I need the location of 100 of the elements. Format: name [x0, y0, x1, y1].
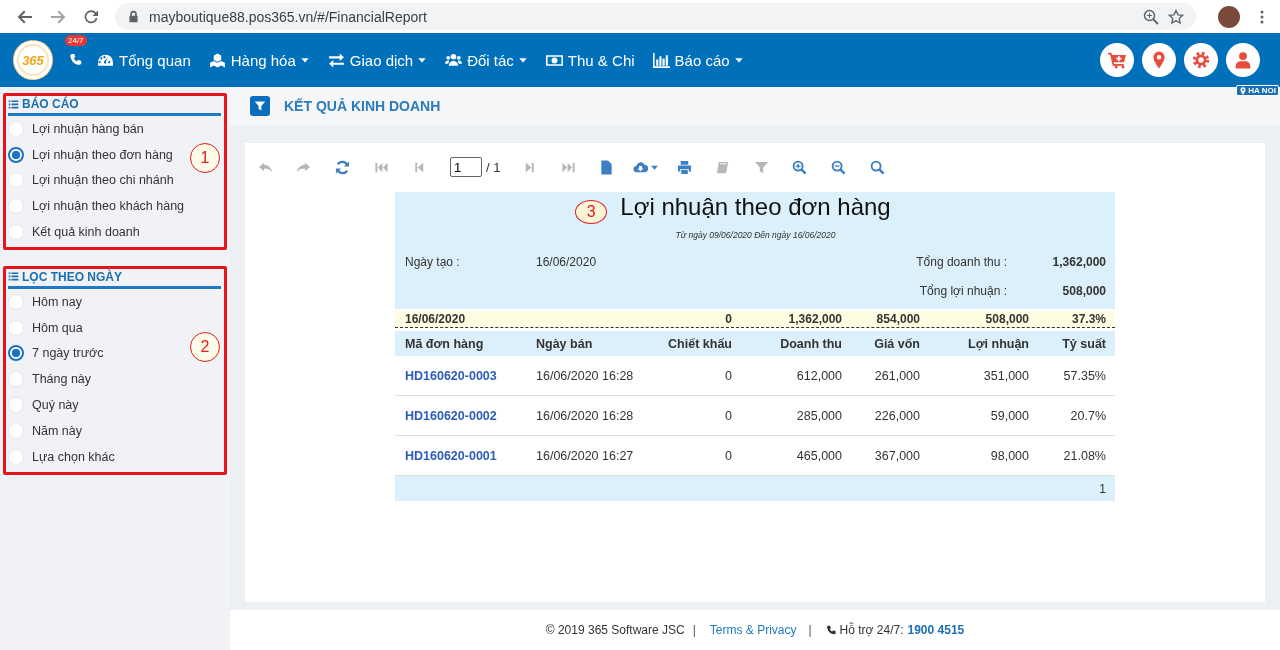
- table-cell-text: 21.08%: [1062, 448, 1106, 463]
- table-cell-text: 16/06/2020 16:28: [536, 368, 635, 383]
- list-icon: [8, 271, 19, 283]
- radio-button[interactable]: [8, 345, 24, 362]
- separator: |: [692, 623, 696, 637]
- page-total: / 1: [485, 159, 501, 175]
- nav-menu-item[interactable]: Giao dịch: [327, 51, 428, 69]
- document-icon: [599, 159, 615, 175]
- option-label[interactable]: Kết quả kinh doanh: [32, 225, 140, 240]
- total-label: Tổng doanh thu :: [915, 254, 1007, 269]
- filter-toggle-button[interactable]: [250, 96, 270, 116]
- table-cell-text: 57.35%: [1062, 368, 1106, 383]
- caret-icon: [417, 55, 428, 65]
- table-cell-text: 0: [724, 448, 732, 463]
- location-label: HA NOI: [1248, 86, 1276, 95]
- summary-cell-text: 0: [724, 312, 732, 326]
- summary-cell-text: 37.3%: [1070, 312, 1106, 326]
- option-label[interactable]: Tháng này: [32, 372, 92, 387]
- bar-chart-icon: [652, 51, 670, 69]
- field-label: Ngày tạo :: [405, 254, 461, 269]
- caret-icon: [299, 55, 310, 65]
- book-icon: [715, 159, 731, 175]
- report-title: Lợi nhuận theo đơn hàng: [620, 193, 891, 220]
- phone-icon: [825, 624, 837, 636]
- swap-arrows-icon: [327, 51, 345, 69]
- option-label[interactable]: Quý này: [32, 398, 79, 413]
- table-cell-text: 98,000: [989, 448, 1029, 463]
- table-cell-text: 16/06/2020 16:27: [536, 448, 635, 463]
- table-cell-text: 285,000: [795, 408, 842, 423]
- zoom-out-icon: [831, 159, 846, 175]
- summary-date: 16/06/2020: [405, 312, 467, 326]
- option-label[interactable]: Hôm nay: [32, 294, 83, 309]
- account-button[interactable]: [1226, 43, 1260, 77]
- lock-icon: [127, 10, 140, 23]
- table-cell-text: 261,000: [873, 368, 920, 383]
- filter-icon: [254, 100, 266, 112]
- column-header: Tỷ suất: [1061, 336, 1106, 351]
- total-value: 1,362,000: [1051, 254, 1106, 269]
- address-bar[interactable]: mayboutique88.pos365.vn/#/FinancialReport: [115, 3, 1196, 30]
- order-link[interactable]: HD160620-0001: [405, 448, 536, 463]
- settings-button[interactable]: [1184, 43, 1218, 77]
- annotation-number: 3: [575, 200, 608, 224]
- total-label: Tổng lợi nhuận :: [918, 283, 1007, 298]
- nav-menu-item[interactable]: Hàng hóa: [208, 51, 310, 69]
- option-label[interactable]: Lợi nhuận theo đơn hàng: [32, 147, 173, 162]
- print-icon: [676, 159, 692, 175]
- cloud-download-icon: [632, 159, 648, 175]
- list-icon: [8, 98, 19, 110]
- support-label: Hỗ trợ 24/7:: [839, 623, 904, 637]
- forward-arrow-icon: [50, 8, 66, 25]
- terms-link[interactable]: Terms & Privacy: [709, 623, 797, 637]
- annotation-number: 2: [190, 331, 220, 362]
- reload-icon: [83, 8, 99, 25]
- refresh-icon: [335, 159, 350, 175]
- column-header: Giá vốn: [873, 336, 920, 351]
- nav-menu-item[interactable]: Tổng quan: [97, 51, 191, 69]
- location-button[interactable]: [1142, 43, 1176, 77]
- option-label[interactable]: 7 ngày trước: [32, 346, 104, 361]
- order-link[interactable]: HD160620-0002: [405, 408, 536, 423]
- zoom-in-icon: [792, 159, 808, 175]
- nav-menu-item[interactable]: Đối tác: [445, 51, 528, 69]
- filter-icon: [753, 159, 769, 175]
- option-label[interactable]: Hôm qua: [32, 320, 83, 335]
- option-label[interactable]: Lựa chọn khác: [32, 449, 115, 464]
- hotline-badge: 24/7: [65, 35, 87, 46]
- support-phone-link[interactable]: 1900 4515: [907, 623, 965, 637]
- phone-icon[interactable]: [69, 53, 83, 67]
- cart-plus-icon: [1108, 51, 1126, 69]
- table-cell-text: 59,000: [989, 408, 1029, 423]
- table-cell-text: 465,000: [795, 448, 842, 463]
- zoom-icon[interactable]: [1143, 8, 1159, 25]
- table-cell-text: 367,000: [873, 448, 920, 463]
- bookmark-star-icon[interactable]: [1168, 8, 1184, 25]
- total-value: 508,000: [1061, 283, 1106, 298]
- table-cell-text: 20.7%: [1069, 408, 1106, 423]
- table-cell-text: 0: [724, 368, 732, 383]
- copyright-text: © 2019 365 Software JSC: [545, 623, 685, 637]
- section-title: BÁO CÁO: [22, 97, 79, 111]
- option-label[interactable]: Năm này: [32, 423, 83, 438]
- nav-menu-item[interactable]: Thu & Chi: [545, 51, 635, 69]
- order-link[interactable]: HD160620-0003: [405, 368, 536, 383]
- settings-icon: [1192, 51, 1210, 69]
- cart-button[interactable]: [1100, 43, 1134, 77]
- users-icon: [445, 51, 463, 69]
- url-text: mayboutique88.pos365.vn/#/FinancialReport: [149, 8, 428, 25]
- page-number-field[interactable]: 1: [449, 157, 482, 177]
- section-title: LỌC THEO NGÀY: [22, 270, 122, 284]
- option-label[interactable]: Lợi nhuận theo chi nhánh: [32, 173, 174, 188]
- summary-cell-text: 854,000: [875, 312, 920, 326]
- table-cell-text: 16/06/2020 16:28: [536, 408, 635, 423]
- avatar[interactable]: [1218, 5, 1240, 28]
- table-cell-text: 351,000: [982, 368, 1029, 383]
- separator: |: [808, 623, 812, 637]
- summary-cell-text: 508,000: [984, 312, 1029, 326]
- option-label[interactable]: Lợi nhuận hàng bán: [32, 121, 144, 136]
- radio-button[interactable]: [8, 146, 24, 163]
- page-number: 1: [1098, 481, 1106, 496]
- option-label[interactable]: Lợi nhuận theo khách hàng: [32, 199, 185, 214]
- nav-menu-item[interactable]: Báo cáo: [652, 51, 744, 69]
- column-header: Lợi nhuận: [967, 336, 1029, 351]
